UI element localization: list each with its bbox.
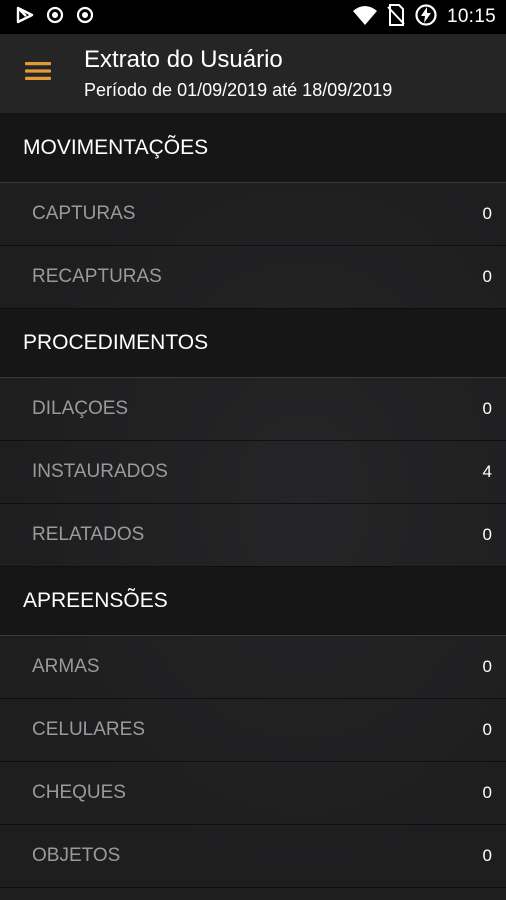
page-title: Extrato do Usuário bbox=[84, 46, 283, 73]
page-subtitle: Período de 01/09/2019 até 18/09/2019 bbox=[84, 80, 393, 100]
item-count: 0 bbox=[482, 204, 492, 223]
section-header-movimentacoes: MOVIMENTAÇÕES bbox=[0, 114, 506, 183]
no-sim-icon bbox=[387, 3, 405, 31]
item-count: 0 bbox=[482, 267, 492, 286]
report-list: MOVIMENTAÇÕES CAPTURAS 0 RECAPTURAS 0 PR… bbox=[0, 114, 506, 888]
play-store-icon bbox=[16, 6, 34, 29]
item-count: 0 bbox=[482, 720, 492, 739]
item-count: 0 bbox=[482, 525, 492, 544]
circle-dot-icon bbox=[76, 6, 94, 29]
list-item-celulares[interactable]: CELULARES 0 bbox=[0, 699, 506, 762]
status-left-icons bbox=[16, 6, 94, 29]
list-item-capturas[interactable]: CAPTURAS 0 bbox=[0, 183, 506, 246]
item-count: 0 bbox=[482, 399, 492, 418]
item-label: DILAÇOES bbox=[32, 398, 129, 419]
item-label: RELATADOS bbox=[32, 524, 145, 545]
list-item-dilacoes[interactable]: DILAÇOES 0 bbox=[0, 378, 506, 441]
list-item-armas[interactable]: ARMAS 0 bbox=[0, 636, 506, 699]
menu-button[interactable] bbox=[0, 34, 76, 114]
item-count: 0 bbox=[482, 657, 492, 676]
item-count: 0 bbox=[482, 846, 492, 865]
status-right-icons: 10:15 bbox=[352, 3, 496, 31]
battery-charging-icon bbox=[415, 3, 437, 31]
item-count: 4 bbox=[482, 462, 492, 481]
item-label: RECAPTURAS bbox=[32, 266, 162, 287]
list-item-instaurados[interactable]: INSTAURADOS 4 bbox=[0, 441, 506, 504]
header-titles: Extrato do Usuário Período de 01/09/2019… bbox=[76, 46, 392, 101]
item-label: CAPTURAS bbox=[32, 203, 136, 224]
item-label: INSTAURADOS bbox=[32, 461, 168, 482]
list-item-relatados[interactable]: RELATADOS 0 bbox=[0, 504, 506, 567]
status-time: 10:15 bbox=[446, 6, 496, 27]
list-item-objetos[interactable]: OBJETOS 0 bbox=[0, 825, 506, 888]
item-label: ARMAS bbox=[32, 656, 100, 677]
list-item-cheques[interactable]: CHEQUES 0 bbox=[0, 762, 506, 825]
item-label: CHEQUES bbox=[32, 782, 126, 803]
list-item-recapturas[interactable]: RECAPTURAS 0 bbox=[0, 246, 506, 309]
circle-dot-icon bbox=[46, 6, 64, 29]
section-header-apreensoes: APREENSÕES bbox=[0, 567, 506, 636]
app-bar: Extrato do Usuário Período de 01/09/2019… bbox=[0, 34, 506, 114]
item-label: OBJETOS bbox=[32, 845, 121, 866]
wifi-icon bbox=[352, 5, 377, 30]
section-header-procedimentos: PROCEDIMENTOS bbox=[0, 309, 506, 378]
hamburger-menu-icon bbox=[24, 60, 52, 87]
item-label: CELULARES bbox=[32, 719, 145, 740]
status-bar: 10:15 bbox=[0, 0, 506, 34]
item-count: 0 bbox=[482, 783, 492, 802]
